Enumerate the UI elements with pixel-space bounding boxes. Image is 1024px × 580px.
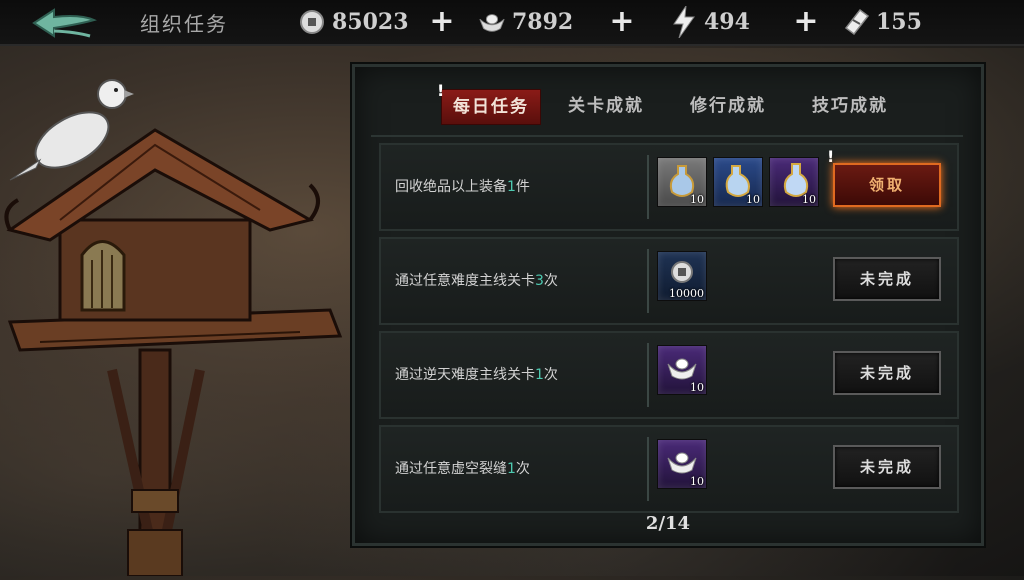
reward-count: 10000 (669, 287, 704, 300)
tab-skill-achievement[interactable]: 技巧成就 (805, 89, 895, 123)
separator (647, 343, 649, 407)
resource-energy: 494 (670, 4, 750, 40)
reward-item[interactable]: 10 (713, 157, 763, 207)
task-description: 通过逆天难度主线关卡1次 (395, 364, 558, 384)
reward-count: 10 (802, 193, 816, 206)
task-count: 1 (507, 461, 516, 477)
reward-count: 10 (690, 193, 704, 206)
incomplete-button[interactable]: 未完成 (833, 257, 941, 301)
task-count: 1 (535, 367, 544, 383)
task-description: 通过任意难度主线关卡3次 (395, 270, 558, 290)
silver-ingot-icon (478, 8, 506, 36)
resource-ticket: 155 (842, 4, 922, 40)
task-text: 通过逆天难度主线关卡 (395, 367, 535, 383)
task-unit: 次 (543, 273, 558, 289)
reward-item[interactable]: 10 (769, 157, 819, 207)
separator (647, 437, 649, 501)
coin-value: 85023 (332, 9, 409, 35)
task-count: 1 (507, 179, 516, 195)
task-row: 回收绝品以上装备1件 10 10 10 ! 领取 (379, 143, 959, 231)
back-arrow-icon[interactable] (28, 6, 100, 40)
task-unit: 件 (515, 179, 530, 195)
task-description: 通过任意虚空裂缝1次 (395, 458, 530, 478)
resource-silver: 7892 (478, 4, 573, 40)
reward-item[interactable]: 10 (657, 345, 707, 395)
pigeon-house-illustration (0, 60, 360, 578)
tab-bar: 每日任务 关卡成就 修行成就 技巧成就 ! (355, 81, 981, 127)
reward-item[interactable]: 10 (657, 157, 707, 207)
task-row: 通过任意难度主线关卡3次 10000 未完成 (379, 237, 959, 325)
task-text: 通过任意虚空裂缝 (395, 461, 507, 477)
separator (647, 249, 649, 313)
tab-daily[interactable]: 每日任务 (441, 89, 541, 125)
top-bar: 组织任务 85023 + 7892 + 494 + 155 (0, 0, 1024, 46)
task-text: 回收绝品以上装备 (395, 179, 507, 195)
task-unit: 次 (515, 461, 530, 477)
add-energy-button[interactable]: + (792, 7, 820, 37)
separator (647, 155, 649, 219)
reward-count: 10 (690, 381, 704, 394)
task-description: 回收绝品以上装备1件 (395, 176, 530, 196)
reward-item[interactable]: 10000 (657, 251, 707, 301)
exclamation-icon: ! (437, 81, 445, 100)
task-row: 通过逆天难度主线关卡1次 10 未完成 (379, 331, 959, 419)
add-coin-button[interactable]: + (428, 7, 456, 37)
task-unit: 次 (543, 367, 558, 383)
tab-training-achievement[interactable]: 修行成就 (683, 89, 773, 123)
tab-stage-achievement[interactable]: 关卡成就 (561, 89, 651, 123)
resource-coin: 85023 (298, 4, 409, 40)
divider (371, 135, 963, 137)
energy-value: 494 (704, 9, 750, 35)
reward-count: 10 (746, 193, 760, 206)
reward-count: 10 (690, 475, 704, 488)
coin-icon (298, 8, 326, 36)
lightning-icon (670, 6, 698, 38)
incomplete-button[interactable]: 未完成 (833, 445, 941, 489)
claim-button[interactable]: 领取 (833, 163, 941, 207)
task-row: 通过任意虚空裂缝1次 10 未完成 (379, 425, 959, 513)
task-count: 3 (535, 273, 544, 289)
reward-item[interactable]: 10 (657, 439, 707, 489)
task-panel: 每日任务 关卡成就 修行成就 技巧成就 ! 回收绝品以上装备1件 10 10 1… (352, 64, 984, 546)
task-text: 通过任意难度主线关卡 (395, 273, 535, 289)
page-indicator: 2/14 (645, 513, 691, 534)
ticket-icon (842, 8, 870, 36)
incomplete-button[interactable]: 未完成 (833, 351, 941, 395)
page-title: 组织任务 (140, 12, 228, 36)
silver-value: 7892 (512, 9, 574, 35)
add-silver-button[interactable]: + (608, 7, 636, 37)
ticket-value: 155 (876, 9, 922, 35)
